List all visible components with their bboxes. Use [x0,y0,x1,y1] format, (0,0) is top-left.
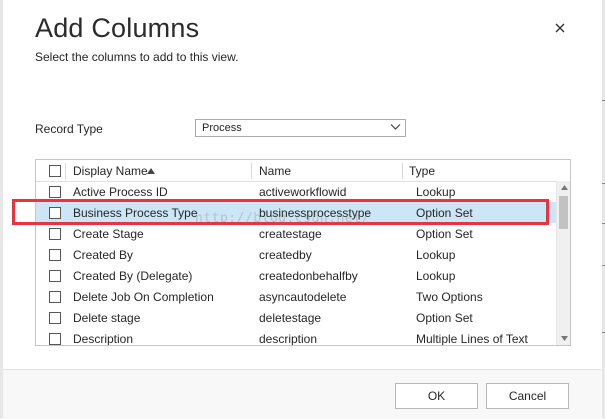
close-button[interactable] [550,18,570,38]
row-checkbox[interactable] [49,207,61,219]
scroll-up-button[interactable] [557,181,570,194]
dialog-subtitle: Select the columns to add to this view. [35,50,239,64]
row-name: createdby [259,248,312,262]
row-name: businessprocesstype [259,206,372,220]
scroll-down-button[interactable] [557,332,570,345]
row-display-name: Delete stage [73,311,141,325]
table-row[interactable]: Created By createdby Lookup [36,244,556,265]
header-display-name[interactable]: Display Name [66,160,251,181]
chevron-down-icon [390,124,401,130]
row-checkbox[interactable] [49,333,61,345]
record-type-select[interactable]: Process [195,119,406,137]
row-name: createstage [259,227,322,241]
row-name: description [259,332,318,346]
header-type[interactable]: Type [403,160,556,181]
header-name[interactable]: Name [252,160,401,181]
row-display-name: Description [73,332,134,346]
select-all-checkbox[interactable] [49,165,61,177]
row-type: Two Options [416,290,483,304]
row-type: Option Set [416,227,473,241]
row-type: Option Set [416,206,473,220]
table-row[interactable]: Business Process Type businessprocesstype… [36,202,556,223]
row-display-name: Business Process Type [73,206,198,220]
columns-grid: Display Name Name Type Active Process ID… [35,159,571,346]
cancel-button[interactable]: Cancel [486,383,569,409]
row-type: Lookup [416,269,456,283]
row-name: createdonbehalfby [259,269,358,283]
row-name: activeworkflowid [259,185,347,199]
row-type: Multiple Lines of Text [416,332,528,346]
row-name: asyncautodelete [259,290,347,304]
row-display-name: Created By [73,248,134,262]
row-display-name: Created By (Delegate) [73,269,193,283]
table-row[interactable]: Description description Multiple Lines of … [36,328,556,346]
row-type: Lookup [416,185,456,199]
record-type-label: Record Type [35,122,103,136]
scroll-thumb[interactable] [559,196,568,229]
close-icon [555,23,565,33]
scroll-down-icon [560,336,568,341]
header-display-name-label: Display Name [73,164,148,178]
add-columns-dialog: Add Columns Select the columns to add to… [3,0,602,419]
table-row[interactable]: Create Stage createstage Option Set [36,223,556,244]
row-checkbox[interactable] [49,312,61,324]
row-type: Option Set [416,311,473,325]
grid-header: Display Name Name Type [36,160,556,182]
row-name: deletestage [259,311,322,325]
sort-ascending-icon [147,168,155,174]
table-row[interactable]: Delete stage deletestage Option Set [36,307,556,328]
ok-button[interactable]: OK [395,383,478,409]
dialog-title: Add Columns [35,13,200,43]
header-type-label: Type [409,164,436,178]
header-name-label: Name [259,164,292,178]
row-display-name: Delete Job On Completion [73,290,214,304]
row-type: Lookup [416,248,456,262]
row-display-name: Active Process ID [73,185,168,199]
dialog-footer: OK Cancel [3,369,602,419]
row-checkbox[interactable] [49,291,61,303]
record-type-value: Process [202,122,242,134]
row-checkbox[interactable] [49,249,61,261]
row-checkbox[interactable] [49,186,61,198]
grid-scrollbar[interactable] [556,181,570,345]
row-checkbox[interactable] [49,228,61,240]
row-display-name: Create Stage [73,227,144,241]
table-row[interactable]: Active Process ID activeworkflowid Lookup [36,181,556,202]
row-checkbox[interactable] [49,270,61,282]
scroll-up-icon [560,185,568,190]
table-row[interactable]: Delete Job On Completion asyncautodelete T… [36,286,556,307]
table-row[interactable]: Created By (Delegate) createdonbehalfby Lo… [36,265,556,286]
